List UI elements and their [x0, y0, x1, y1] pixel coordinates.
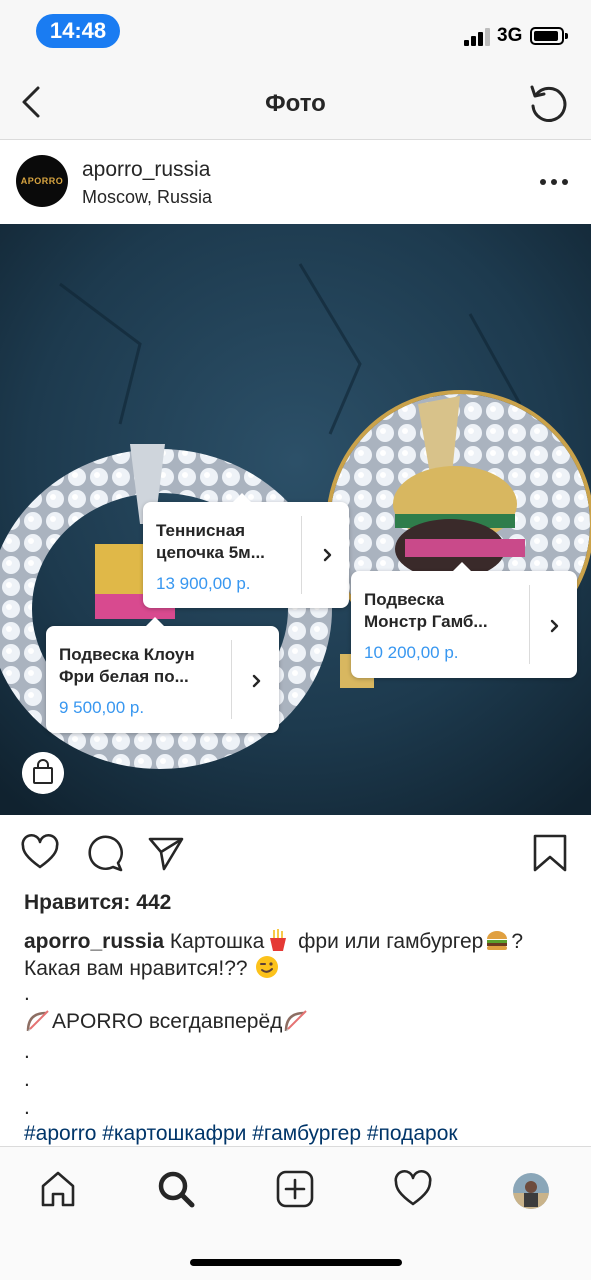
caption-brand-line: APORRO всегдавперёд [24, 1009, 310, 1035]
product-tag[interactable]: Подвеска Монстр Гамб... 10 200,00 р. [351, 562, 577, 678]
burger-emoji-icon [487, 931, 508, 950]
product-price: 13 900,00 р. [156, 574, 251, 593]
caption-text: Картошка [169, 930, 265, 953]
add-icon[interactable] [275, 1169, 315, 1209]
tag-pointer [233, 493, 251, 502]
product-price: 9 500,00 р. [59, 698, 145, 717]
profile-avatar[interactable] [513, 1173, 549, 1209]
tag-pointer [453, 562, 471, 571]
product-name-line: Теннисная [156, 521, 246, 540]
more-horizontal-icon[interactable] [539, 178, 569, 186]
page-title: Фото [265, 90, 326, 117]
caption-dot: . [24, 982, 30, 1005]
bookmark-icon[interactable] [530, 833, 570, 873]
heart-icon[interactable] [20, 833, 60, 873]
likes-count[interactable]: Нравится: 442 [24, 891, 171, 915]
product-name-line: цепочка 5м... [156, 543, 265, 562]
caption-dot: . [24, 1068, 30, 1091]
post-photo[interactable]: Теннисная цепочка 5м... 13 900,00 р. Под… [0, 224, 591, 815]
bow-and-arrow-icon [285, 1010, 308, 1032]
send-icon[interactable] [146, 833, 186, 873]
chevron-right-icon [323, 548, 332, 562]
caption-username[interactable]: aporro_russia [24, 930, 164, 953]
post-username[interactable]: aporro_russia [82, 158, 210, 182]
product-name-line: Подвеска [364, 590, 445, 609]
product-name-line: Подвеска Клоун [59, 645, 195, 664]
caption-hashtags[interactable]: #aporro #картошкафри #гамбургер #подарок [24, 1122, 458, 1146]
refresh-icon[interactable] [527, 82, 569, 124]
caption-dot: . [24, 1040, 30, 1063]
shopping-bag-icon[interactable] [22, 752, 64, 794]
home-icon[interactable] [38, 1169, 78, 1209]
search-icon[interactable] [156, 1169, 196, 1209]
wink-emoji-icon [256, 956, 279, 978]
status-time[interactable]: 14:48 [36, 14, 120, 48]
chevron-right-icon [252, 674, 261, 688]
product-tag[interactable]: Подвеска Клоун Фри белая по... 9 500,00 … [46, 617, 279, 733]
nav-header: Фото [0, 64, 591, 140]
battery-icon [530, 27, 568, 45]
product-name: Подвеска Клоун Фри белая по... [59, 644, 195, 688]
comment-icon[interactable] [84, 833, 124, 873]
home-indicator [190, 1259, 402, 1266]
caption-text: фри или гамбургер [298, 930, 484, 953]
product-price: 10 200,00 р. [364, 643, 459, 662]
chevron-right-icon [550, 619, 559, 633]
caption-brand-text: APORRO всегдавперёд [52, 1010, 283, 1033]
status-bar: 14:48 3G [0, 0, 591, 64]
signal-icon [464, 28, 492, 46]
account-avatar[interactable]: APORRO [16, 155, 68, 207]
caption-dot: . [24, 1096, 30, 1119]
product-name-line: Фри белая по... [59, 667, 189, 686]
product-name-line: Монстр Гамб... [364, 612, 488, 631]
tag-divider [301, 516, 302, 594]
activity-heart-icon[interactable] [393, 1169, 433, 1209]
post-header: APORRO aporro_russia Moscow, Russia [0, 140, 591, 224]
product-tag[interactable]: Теннисная цепочка 5м... 13 900,00 р. [143, 493, 349, 608]
post-actions [0, 815, 591, 887]
product-name: Подвеска Монстр Гамб... [364, 589, 488, 633]
post-caption: aporro_russia Картошка фри или гамбургер… [24, 928, 574, 982]
tag-divider [529, 585, 530, 664]
network-type: 3G [497, 25, 523, 46]
fries-emoji-icon [270, 929, 287, 951]
tag-pointer [146, 617, 164, 626]
bow-and-arrow-icon [26, 1010, 49, 1032]
tag-divider [231, 640, 232, 719]
post-location[interactable]: Moscow, Russia [82, 187, 212, 208]
caption-text: ? [511, 930, 524, 953]
caption-text: Какая вам нравится!?? [24, 957, 248, 980]
product-name: Теннисная цепочка 5м... [156, 520, 265, 564]
